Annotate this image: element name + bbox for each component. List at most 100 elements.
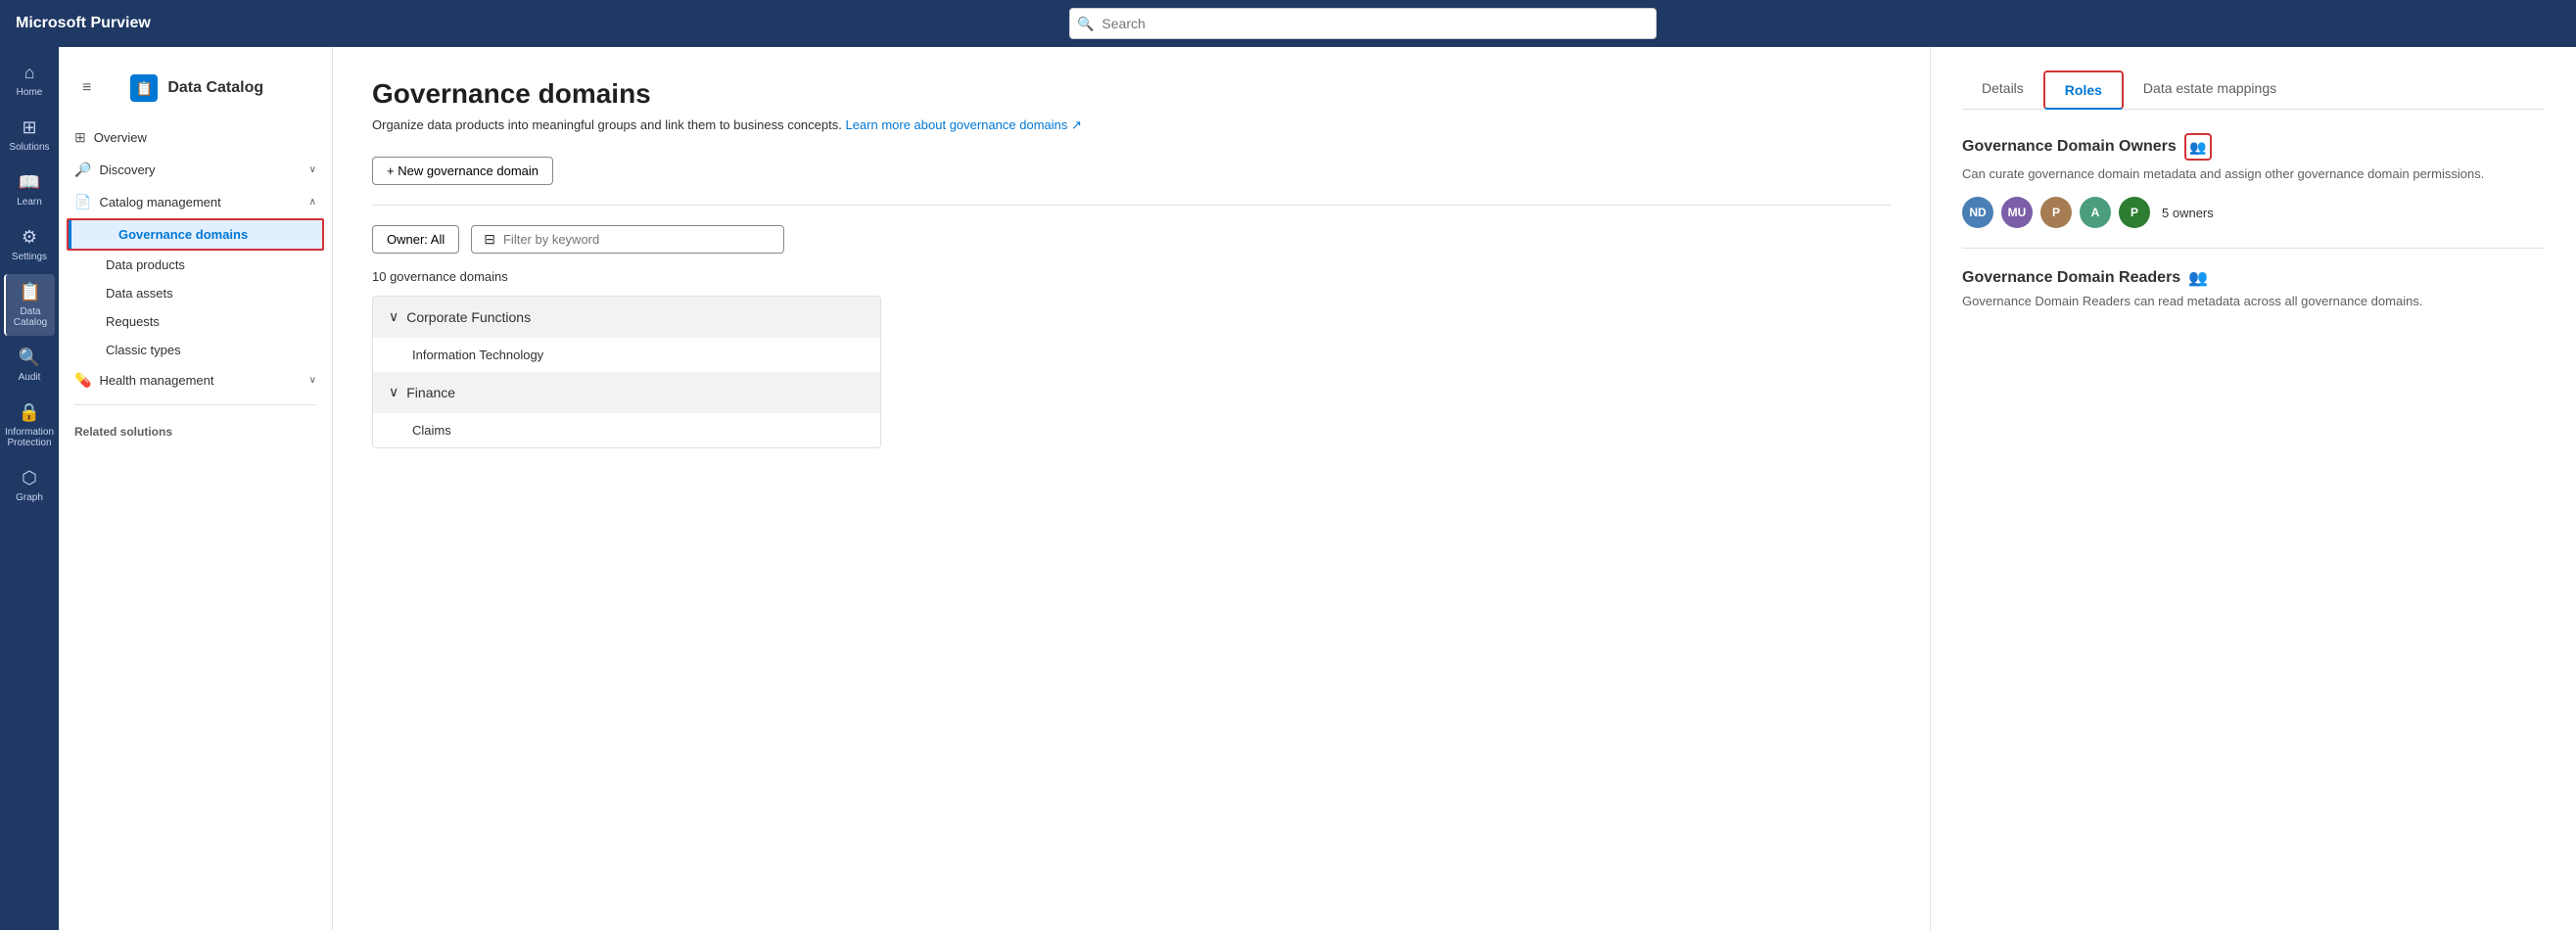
nav-settings[interactable]: ⚙ Settings <box>4 219 55 270</box>
nav-data-catalog-label: Data Catalog <box>10 306 51 328</box>
audit-icon: 🔍 <box>19 348 40 368</box>
settings-icon: ⚙ <box>22 227 37 248</box>
info-protection-icon: 🔒 <box>19 402 40 423</box>
nav-home-label: Home <box>17 87 43 98</box>
add-owners-button[interactable]: 👥 <box>2184 133 2212 161</box>
finance-chevron: ∨ <box>389 384 398 400</box>
tab-details[interactable]: Details <box>1962 70 2043 110</box>
learn-icon: 📖 <box>19 172 40 193</box>
avatar-nd: ND <box>1962 197 1993 228</box>
related-solutions-label: Related solutions <box>59 413 332 442</box>
sidebar-health-mgmt-label: Health management <box>99 373 213 388</box>
nav-audit[interactable]: 🔍 Audit <box>4 340 55 391</box>
nav-data-catalog[interactable]: 📋 Data Catalog <box>4 274 55 336</box>
tabs-container: Details Roles Data estate mappings <box>1962 70 2545 110</box>
domain-list: ∨ Corporate Functions Information Techno… <box>372 296 881 448</box>
keyword-filter-input[interactable] <box>495 226 772 253</box>
readers-description: Governance Domain Readers can read metad… <box>1962 294 2545 308</box>
requests-label: Requests <box>106 314 160 329</box>
information-technology-label: Information Technology <box>412 348 543 362</box>
sidebar-item-requests[interactable]: Requests <box>59 307 332 336</box>
nav-audit-label: Audit <box>19 372 41 383</box>
main-content: Governance domains Organize data product… <box>333 47 1930 930</box>
finance-label: Finance <box>406 385 455 400</box>
data-catalog-icon: 📋 <box>20 282 41 302</box>
nav-info-protection[interactable]: 🔒 Information Protection <box>4 395 55 456</box>
sidebar-item-catalog-management[interactable]: 📄 Catalog management ∧ <box>59 186 332 218</box>
sidebar-item-governance-domains[interactable]: Governance domains <box>69 220 322 249</box>
owners-section-title: Governance Domain Owners 👥 <box>1962 133 2545 161</box>
new-governance-domain-button[interactable]: + New governance domain <box>372 157 553 185</box>
toolbar-divider <box>372 205 1891 206</box>
learn-more-icon: ↗ <box>1071 117 1082 132</box>
hamburger-button[interactable]: ≡ <box>67 71 107 105</box>
sidebar-item-data-products[interactable]: Data products <box>59 251 332 279</box>
search-input[interactable] <box>1069 8 1657 39</box>
catalog-mgmt-icon: 📄 <box>74 194 91 210</box>
discovery-chevron: ∨ <box>309 164 316 175</box>
sidebar: ≡ 📋 Data Catalog ⊞ Overview 🔎 Discovery … <box>59 47 333 930</box>
overview-icon: ⊞ <box>74 129 86 146</box>
layout: ⌂ Home ⊞ Solutions 📖 Learn ⚙ Settings 📋 … <box>0 47 2576 930</box>
tab-roles[interactable]: Roles <box>2043 70 2124 110</box>
content-area: Governance domains Organize data product… <box>333 47 2576 930</box>
owners-avatars-row: ND MU P A P 5 owners <box>1962 197 2545 228</box>
sidebar-top-bar: ≡ 📋 Data Catalog <box>59 55 332 121</box>
nav-home[interactable]: ⌂ Home <box>4 55 55 106</box>
catalog-mgmt-chevron: ∧ <box>309 197 316 208</box>
avatar-a: A <box>2080 197 2111 228</box>
readers-section-title: Governance Domain Readers 👥 <box>1962 268 2545 288</box>
sidebar-item-discovery[interactable]: 🔎 Discovery ∨ <box>59 154 332 186</box>
sidebar-header-icon: 📋 <box>130 74 158 102</box>
sidebar-item-data-assets[interactable]: Data assets <box>59 279 332 307</box>
page-subtitle-text: Organize data products into meaningful g… <box>372 117 842 132</box>
classic-types-label: Classic types <box>106 343 181 357</box>
owner-filter-value: All <box>431 232 445 247</box>
domain-group-finance[interactable]: ∨ Finance <box>373 372 880 412</box>
toolbar: + New governance domain <box>372 157 1891 185</box>
claims-label: Claims <box>412 423 451 438</box>
solutions-icon: ⊞ <box>22 117 36 138</box>
nav-graph[interactable]: ⬡ Graph <box>4 460 55 511</box>
owner-count: 5 owners <box>2162 206 2214 220</box>
domain-count: 10 governance domains <box>372 269 1891 284</box>
nav-settings-label: Settings <box>12 252 47 262</box>
sidebar-header: 📋 Data Catalog <box>115 63 279 114</box>
panel-divider <box>1962 248 2545 249</box>
tab-data-estate-mappings[interactable]: Data estate mappings <box>2124 70 2296 110</box>
domain-group-corporate-functions[interactable]: ∨ Corporate Functions <box>373 297 880 337</box>
sidebar-item-overview[interactable]: ⊞ Overview <box>59 121 332 154</box>
governance-domains-highlight-wrapper: Governance domains <box>67 218 324 251</box>
filter-bar: Owner: All ⊟ <box>372 225 1891 254</box>
home-icon: ⌂ <box>24 63 35 83</box>
add-icon: 👥 <box>2189 139 2206 156</box>
domain-item-information-technology[interactable]: Information Technology <box>373 337 880 372</box>
avatar-p1: P <box>2040 197 2072 228</box>
nav-learn[interactable]: 📖 Learn <box>4 164 55 215</box>
owners-section: Governance Domain Owners 👥 Can curate go… <box>1962 133 2545 228</box>
sidebar-item-health-management[interactable]: 💊 Health management ∨ <box>59 364 332 396</box>
avatar-p2: P <box>2119 197 2150 228</box>
graph-icon: ⬡ <box>22 468 37 488</box>
sidebar-item-classic-types[interactable]: Classic types <box>59 336 332 364</box>
sidebar-divider <box>74 404 316 405</box>
owners-description: Can curate governance domain metadata an… <box>1962 166 2545 181</box>
governance-domains-label: Governance domains <box>118 227 248 242</box>
nav-solutions-label: Solutions <box>9 142 49 153</box>
page-title: Governance domains <box>372 78 1891 110</box>
nav-solutions[interactable]: ⊞ Solutions <box>4 110 55 161</box>
data-products-label: Data products <box>106 257 185 272</box>
owner-filter-button[interactable]: Owner: All <box>372 225 459 254</box>
learn-more-link[interactable]: Learn more about governance domains ↗ <box>845 117 1081 132</box>
app-title: Microsoft Purview <box>16 15 151 32</box>
sidebar-overview-label: Overview <box>94 130 147 145</box>
discovery-icon: 🔎 <box>74 162 91 178</box>
owner-filter-label: Owner: <box>387 232 431 247</box>
filter-icon: ⊟ <box>484 231 495 248</box>
page-subtitle: Organize data products into meaningful g… <box>372 117 1891 133</box>
keyword-filter-container: ⊟ <box>471 225 784 254</box>
domain-item-claims[interactable]: Claims <box>373 412 880 447</box>
right-panel: Details Roles Data estate mappings Gover… <box>1930 47 2576 930</box>
readers-icon: 👥 <box>2188 268 2208 288</box>
icon-nav: ⌂ Home ⊞ Solutions 📖 Learn ⚙ Settings 📋 … <box>0 47 59 930</box>
